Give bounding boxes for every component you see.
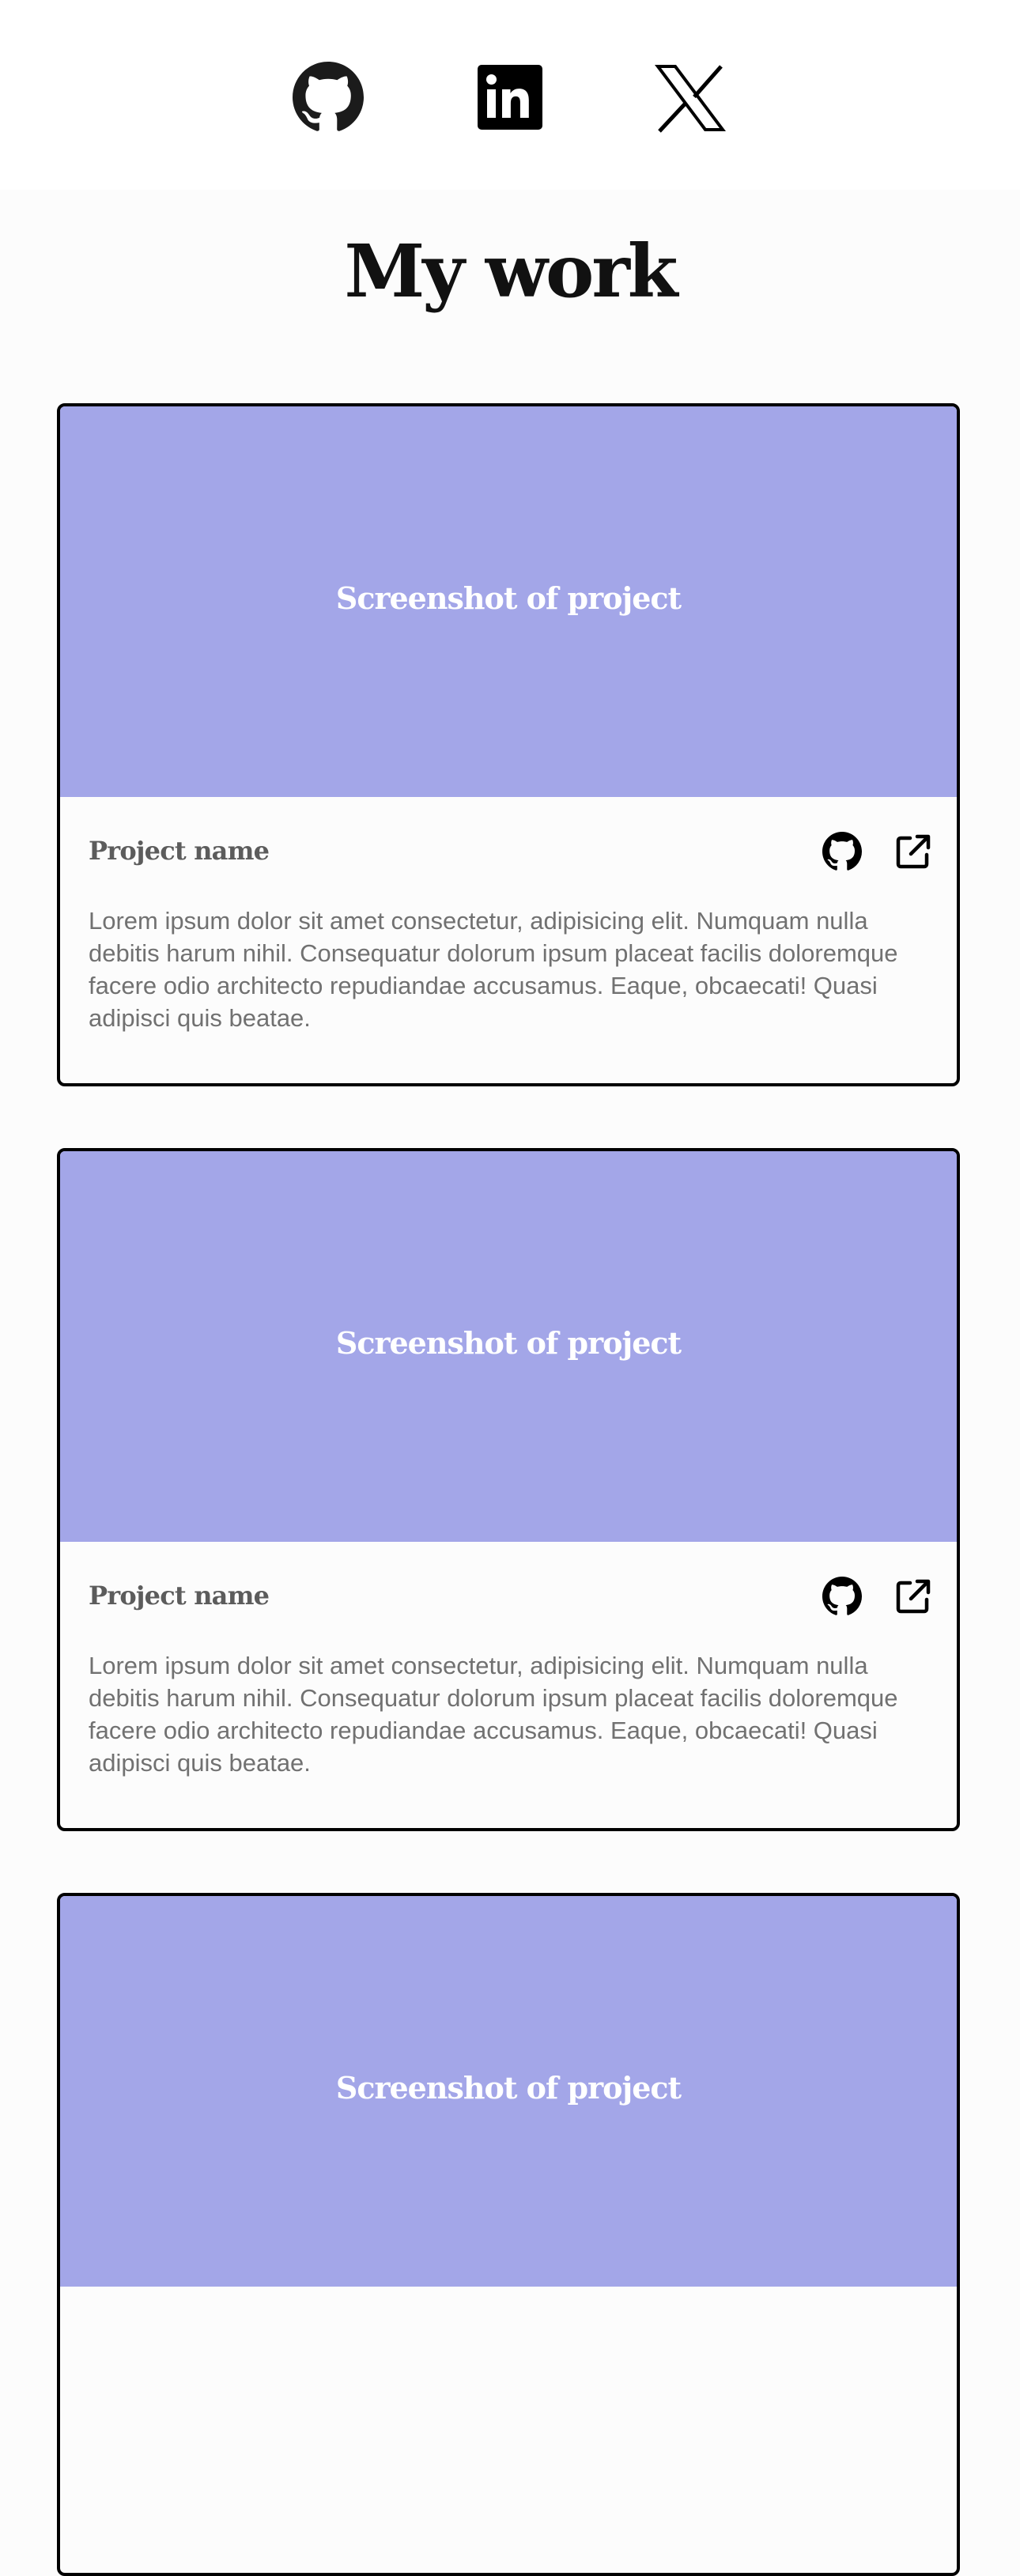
x-icon [655,65,726,133]
screenshot-label: Screenshot of project [335,1325,682,1361]
github-icon [293,62,364,131]
x-link[interactable] [655,62,726,133]
project-card: Screenshot of project Project name Lorem… [57,1148,960,1831]
project-screenshot-placeholder: Screenshot of project [60,406,957,797]
external-link-icon [896,834,931,869]
project-repo-link[interactable] [822,832,862,871]
project-screenshot-placeholder: Screenshot of project [60,1151,957,1542]
linkedin-link[interactable] [474,62,546,133]
github-icon [822,832,862,871]
project-live-link[interactable] [893,832,933,871]
external-link-icon [896,1579,931,1614]
project-live-link[interactable] [893,1577,933,1616]
github-icon [822,1577,862,1615]
project-description: Lorem ipsum dolor sit amet consectetur, … [89,1652,898,1777]
page-title: My work [344,229,678,314]
social-links [0,62,1020,133]
project-repo-link[interactable] [822,1577,862,1616]
screenshot-label: Screenshot of project [335,2070,682,2106]
project-screenshot-placeholder: Screenshot of project [60,1896,957,2287]
github-link[interactable] [293,62,364,133]
project-name: Project name [89,836,270,866]
project-description: Lorem ipsum dolor sit amet consectetur, … [89,907,898,1032]
project-card: Screenshot of project Project name Lorem… [57,403,960,1086]
screenshot-label: Screenshot of project [335,580,682,616]
project-name: Project name [89,1581,270,1611]
project-card: Screenshot of project [57,1893,960,2576]
linkedin-icon [478,65,542,130]
